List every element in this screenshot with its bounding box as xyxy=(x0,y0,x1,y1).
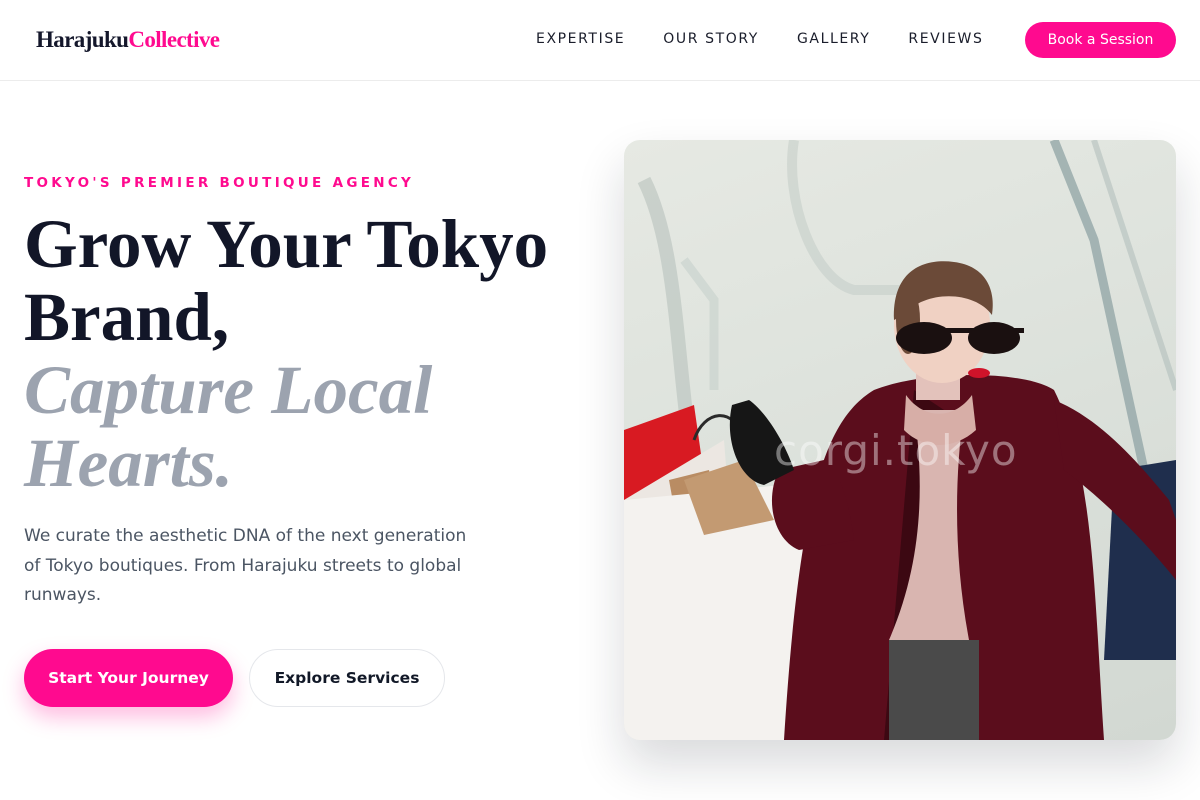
main-nav: EXPERTISE OUR STORY GALLERY REVIEWS xyxy=(536,30,983,48)
brand-logo[interactable]: HarajukuCollective xyxy=(36,27,220,53)
headline-line-2: Brand, xyxy=(24,279,230,355)
hero-eyebrow: TOKYO'S PREMIER BOUTIQUE AGENCY xyxy=(24,175,415,191)
nav-item-expertise[interactable]: EXPERTISE xyxy=(536,30,625,48)
headline-line-1: Grow Your Tokyo xyxy=(24,206,549,282)
nav-item-our-story[interactable]: OUR STORY xyxy=(663,30,759,48)
headline-line-3: Capture Local xyxy=(24,352,433,428)
book-session-button[interactable]: Book a Session xyxy=(1025,22,1176,58)
hero-description: We curate the aesthetic DNA of the next … xyxy=(24,526,467,605)
nav-item-reviews[interactable]: REVIEWS xyxy=(908,30,983,48)
nav-item-gallery[interactable]: GALLERY xyxy=(797,30,870,48)
brand-name-part1: Harajuku xyxy=(36,27,129,52)
hero-photo: corgi.tokyo xyxy=(624,140,1176,740)
hero-headline: Grow Your Tokyo Brand, Capture Local Hea… xyxy=(24,208,604,500)
shopper-illustration xyxy=(624,140,1176,740)
headline-line-4: Hearts. xyxy=(24,425,233,501)
start-journey-button[interactable]: Start Your Journey xyxy=(24,649,233,707)
brand-name-part2: Collective xyxy=(128,27,220,52)
explore-services-button[interactable]: Explore Services xyxy=(249,649,445,707)
site-header: HarajukuCollective EXPERTISE OUR STORY G… xyxy=(0,0,1200,81)
